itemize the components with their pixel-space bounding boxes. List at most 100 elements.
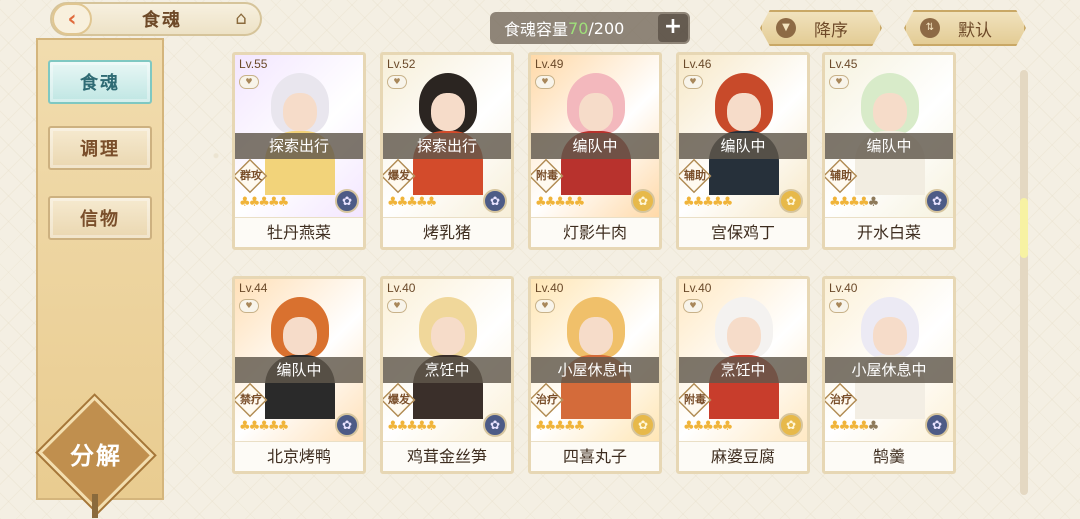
role-label: 治疗 — [830, 393, 852, 406]
blue-flower-icon: ✿ — [925, 413, 949, 437]
star-rating: ♣♣♣♣♣ — [683, 195, 733, 210]
star-rating: ♣♣♣♣♣ — [535, 419, 585, 434]
back-button[interactable]: ‹ — [52, 3, 92, 35]
affection-icon: ♥ — [239, 299, 259, 313]
food-soul-card[interactable]: Lv.40 ♥ 烹饪中 爆发 ♣♣♣♣♣ ✿ 鸡茸金丝笋 — [380, 276, 514, 474]
role-label: 附毒 — [684, 393, 706, 406]
level-label: Lv.40 — [535, 281, 564, 295]
food-soul-card[interactable]: Lv.40 ♥ 烹饪中 附毒 ♣♣♣♣♣ ✿ 麻婆豆腐 — [676, 276, 810, 474]
blue-flower-icon: ✿ — [335, 189, 359, 213]
level-label: Lv.49 — [535, 57, 564, 71]
role-label: 辅助 — [684, 169, 706, 182]
level-label: Lv.55 — [239, 57, 268, 71]
status-banner: 探索出行 — [383, 133, 511, 159]
sort-default-button[interactable]: ⇅ 默认 — [904, 10, 1026, 46]
status-banner: 编队中 — [825, 133, 953, 159]
sort-default-label: 默认 — [958, 20, 992, 41]
star-rating: ♣♣♣♣♣ — [387, 419, 437, 434]
home-button[interactable]: ⌂ — [226, 6, 256, 32]
role-label: 辅助 — [830, 169, 852, 182]
role-label: 群攻 — [240, 169, 262, 182]
food-soul-card[interactable]: Lv.40 ♥ 小屋休息中 治疗 ♣♣♣♣♣ ✿ 四喜丸子 — [528, 276, 662, 474]
status-banner: 小屋休息中 — [531, 357, 659, 383]
tab-tokens[interactable]: 信物 — [48, 196, 152, 240]
tab-label: 调理 — [80, 139, 120, 160]
decompose-label: 分解 — [70, 442, 122, 470]
status-banner: 探索出行 — [235, 133, 363, 159]
status-banner: 编队中 — [235, 357, 363, 383]
blue-flower-icon: ✿ — [925, 189, 949, 213]
capacity-display: 食魂容量 70 /200 + — [490, 12, 690, 44]
role-label: 禁疗 — [240, 393, 262, 406]
level-label: Lv.45 — [829, 57, 858, 71]
star-rating: ♣♣♣♣♣ — [829, 419, 879, 434]
food-soul-name: 四喜丸子 — [531, 441, 659, 471]
level-label: Lv.40 — [683, 281, 712, 295]
add-capacity-button[interactable]: + — [658, 14, 688, 42]
food-soul-card[interactable]: Lv.46 ♥ 编队中 辅助 ♣♣♣♣♣ ✿ 宫保鸡丁 — [676, 52, 810, 250]
role-label: 爆发 — [388, 393, 410, 406]
level-label: Lv.40 — [387, 281, 416, 295]
house-icon: ⌂ — [235, 8, 247, 29]
gold-flower-icon: ✿ — [631, 189, 655, 213]
capacity-label: 食魂容量 — [504, 20, 569, 39]
gold-flower-icon: ✿ — [779, 413, 803, 437]
food-soul-card[interactable]: Lv.52 ♥ 探索出行 爆发 ♣♣♣♣♣ ✿ 烤乳猪 — [380, 52, 514, 250]
capacity-total: /200 — [588, 18, 625, 38]
role-label: 附毒 — [536, 169, 558, 182]
level-label: Lv.52 — [387, 57, 416, 71]
affection-icon: ♥ — [829, 75, 849, 89]
sort-descending-label: 降序 — [814, 20, 848, 41]
star-rating: ♣♣♣♣♣ — [535, 195, 585, 210]
tab-food-souls[interactable]: 食魂 — [48, 60, 152, 104]
food-soul-name: 宫保鸡丁 — [679, 217, 807, 247]
affection-icon: ♥ — [683, 299, 703, 313]
tab-conditioning[interactable]: 调理 — [48, 126, 152, 170]
food-soul-name: 鹄羹 — [825, 441, 953, 471]
food-soul-name: 北京烤鸭 — [235, 441, 363, 471]
role-label: 治疗 — [536, 393, 558, 406]
back-arrow-icon: ‹ — [67, 6, 77, 32]
triangle-down-icon: ▼ — [776, 18, 796, 38]
page-title: 食魂 — [142, 10, 182, 31]
star-rating: ♣♣♣♣♣ — [239, 419, 289, 434]
capacity-current: 70 — [568, 18, 589, 38]
status-banner: 编队中 — [531, 133, 659, 159]
tassel-ornament — [92, 494, 98, 518]
gold-flower-icon: ✿ — [631, 413, 655, 437]
food-soul-name: 开水白菜 — [825, 217, 953, 247]
food-soul-name: 牡丹燕菜 — [235, 217, 363, 247]
food-soul-card[interactable]: Lv.55 ♥ 探索出行 群攻 ♣♣♣♣♣ ✿ 牡丹燕菜 — [232, 52, 366, 250]
food-soul-name: 鸡茸金丝笋 — [383, 441, 511, 471]
food-soul-card[interactable]: Lv.49 ♥ 编队中 附毒 ♣♣♣♣♣ ✿ 灯影牛肉 — [528, 52, 662, 250]
affection-icon: ♥ — [239, 75, 259, 89]
star-rating: ♣♣♣♣♣ — [387, 195, 437, 210]
tab-label: 信物 — [80, 209, 120, 230]
food-soul-name: 灯影牛肉 — [531, 217, 659, 247]
gold-flower-icon: ✿ — [779, 189, 803, 213]
role-label: 爆发 — [388, 169, 410, 182]
affection-icon: ♥ — [683, 75, 703, 89]
affection-icon: ♥ — [535, 75, 555, 89]
status-banner: 烹饪中 — [383, 357, 511, 383]
star-rating: ♣♣♣♣♣ — [829, 195, 879, 210]
affection-icon: ♥ — [535, 299, 555, 313]
food-soul-name: 麻婆豆腐 — [679, 441, 807, 471]
status-banner: 编队中 — [679, 133, 807, 159]
food-soul-card[interactable]: Lv.45 ♥ 编队中 辅助 ♣♣♣♣♣ ✿ 开水白菜 — [822, 52, 956, 250]
sort-descending-button[interactable]: ▼ 降序 — [760, 10, 882, 46]
blue-flower-icon: ✿ — [335, 413, 359, 437]
scrollbar[interactable] — [1020, 70, 1028, 495]
scroll-thumb[interactable] — [1020, 198, 1028, 258]
level-label: Lv.40 — [829, 281, 858, 295]
status-banner: 烹饪中 — [679, 357, 807, 383]
food-soul-name: 烤乳猪 — [383, 217, 511, 247]
food-soul-card[interactable]: Lv.40 ♥ 小屋休息中 治疗 ♣♣♣♣♣ ✿ 鹄羹 — [822, 276, 956, 474]
star-rating: ♣♣♣♣♣ — [239, 195, 289, 210]
tab-label: 食魂 — [80, 73, 120, 94]
blue-flower-icon: ✿ — [483, 189, 507, 213]
level-label: Lv.44 — [239, 281, 268, 295]
food-soul-card[interactable]: Lv.44 ♥ 编队中 禁疗 ♣♣♣♣♣ ✿ 北京烤鸭 — [232, 276, 366, 474]
blue-flower-icon: ✿ — [483, 413, 507, 437]
sort-arrows-icon: ⇅ — [920, 18, 940, 38]
